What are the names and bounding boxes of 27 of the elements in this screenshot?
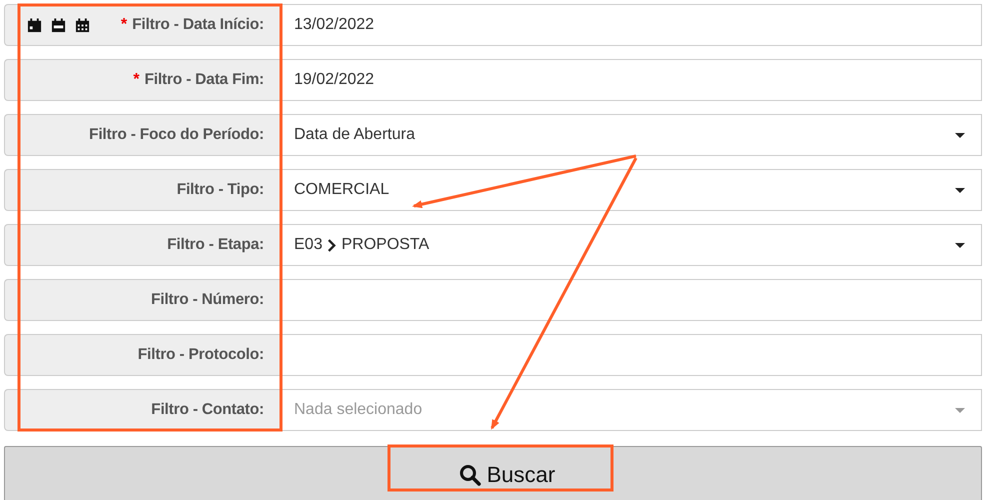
calendar-icon: [51, 18, 66, 32]
caret-icon: [955, 188, 965, 192]
calendar-icon: [27, 18, 42, 32]
required-mark: *: [133, 71, 140, 89]
field-label: Filtro - Foco do Período:: [89, 126, 264, 144]
field-label: Filtro - Contato:: [151, 401, 264, 419]
input-field[interactable]: [280, 279, 982, 321]
input-field[interactable]: [280, 334, 982, 376]
caret-icon: [955, 132, 965, 138]
field-label: Filtro - Data Início:: [132, 16, 264, 34]
date-field[interactable]: 19/02/2022: [280, 59, 982, 101]
field-label: Filtro - Etapa:: [167, 236, 264, 254]
dropdown[interactable]: E03 PROPOSTA: [280, 224, 982, 266]
calendar-icon: [75, 18, 90, 32]
field-label: Filtro - Número:: [150, 291, 264, 309]
field-label: Filtro - Data Fim:: [144, 71, 264, 89]
caret-icon: [955, 408, 965, 412]
required-mark: *: [120, 16, 128, 34]
search-button[interactable]: Buscar: [4, 446, 982, 500]
field-label: Filtro - Protocolo:: [138, 346, 264, 364]
search-icon: [458, 464, 481, 486]
dropdown[interactable]: Data de Abertura: [280, 114, 982, 156]
chevron-icon: [327, 238, 336, 252]
date-field[interactable]: 13/02/2022: [280, 4, 982, 46]
dropdown[interactable]: COMERCIAL: [280, 169, 982, 211]
caret-icon: [955, 242, 965, 248]
field-label: Filtro - Tipo:: [176, 181, 264, 199]
